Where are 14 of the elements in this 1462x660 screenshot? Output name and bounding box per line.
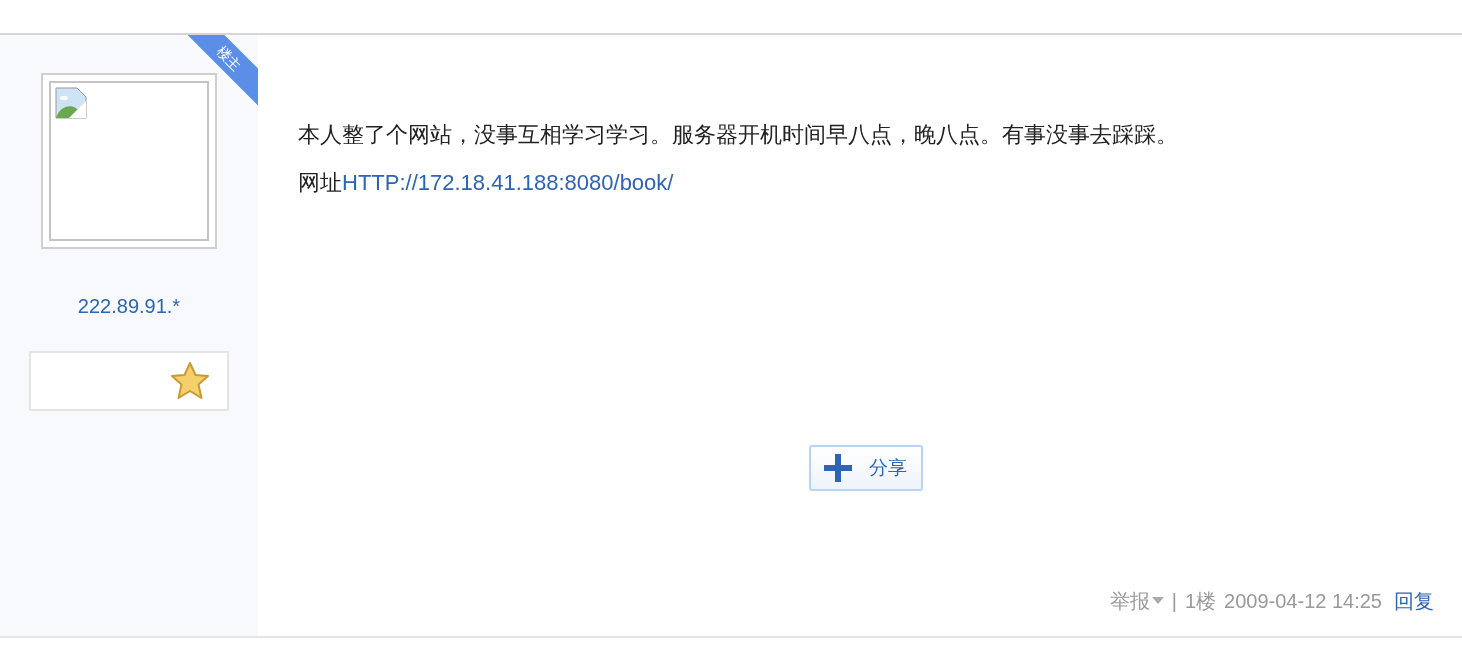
- separator: |: [1171, 589, 1177, 614]
- reply-link[interactable]: 回复: [1394, 586, 1434, 616]
- star-icon: [169, 361, 211, 401]
- share-button[interactable]: 分享: [809, 445, 923, 491]
- post-link[interactable]: HTTP://172.18.41.188:8080/book/: [342, 170, 674, 195]
- post-time: 2009-04-12 14:25: [1224, 589, 1382, 614]
- avatar-frame[interactable]: [41, 73, 217, 249]
- post-text: 本人整了个网站，没事互相学习学习。服务器开机时间早八点，晚八点。有事没事去踩踩。 网址HTTP://172.18.41.188:8080/book/: [298, 121, 1179, 197]
- report-link[interactable]: 举报: [1109, 586, 1164, 616]
- broken-image-icon: [55, 87, 87, 119]
- caret-icon: [1151, 597, 1164, 605]
- floor-number: 1楼: [1184, 589, 1217, 614]
- plus-icon: [823, 453, 853, 483]
- author-name[interactable]: 222.89.91.*: [77, 291, 181, 321]
